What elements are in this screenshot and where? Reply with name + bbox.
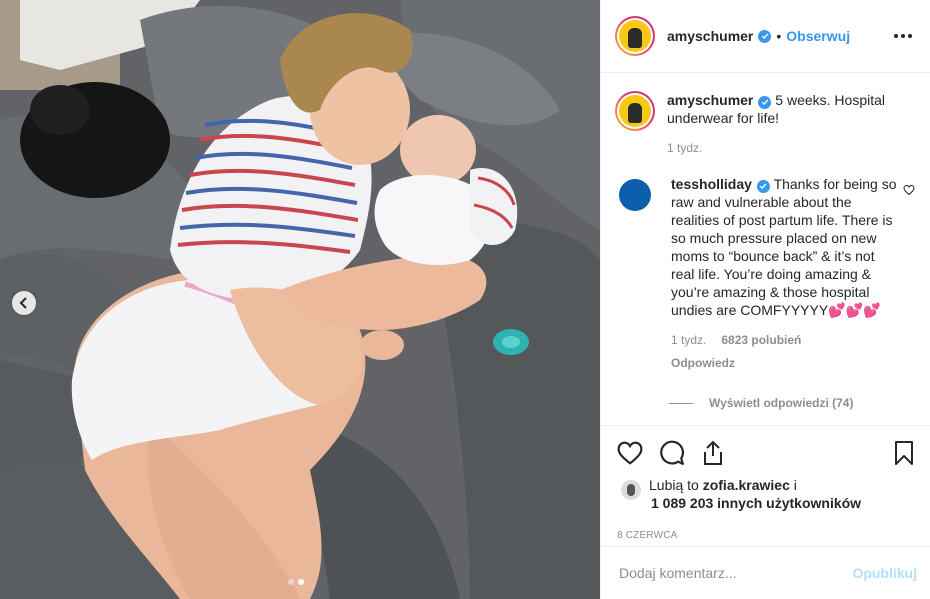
liker-avatar[interactable] bbox=[621, 480, 641, 500]
commenter-username[interactable]: tessholliday bbox=[671, 176, 752, 192]
comment-text: Thanks for being so raw and vulnerable a… bbox=[671, 176, 897, 318]
comment-item: tessholliday Thanks for being so raw and… bbox=[615, 175, 917, 372]
post-photo[interactable] bbox=[0, 0, 600, 599]
carousel-dot bbox=[288, 579, 294, 585]
comment-like-heart-icon[interactable] bbox=[903, 183, 915, 199]
verified-badge-icon bbox=[758, 95, 772, 109]
likes-prefix: Lubią to bbox=[649, 477, 699, 493]
author-avatar[interactable] bbox=[615, 16, 655, 56]
separator-dot: • bbox=[776, 28, 782, 44]
comment-input[interactable] bbox=[619, 565, 853, 581]
likes-joiner: i bbox=[793, 477, 797, 493]
commenter-avatar[interactable] bbox=[619, 179, 651, 211]
divider-line bbox=[669, 402, 693, 404]
chevron-left-icon bbox=[19, 297, 27, 309]
comments-section[interactable]: amyschumer 5 weeks. Hospital underwear f… bbox=[601, 73, 930, 425]
heart-icon[interactable] bbox=[617, 441, 643, 465]
comment-icon[interactable] bbox=[659, 440, 685, 466]
post-actions-section: Lubią to zofia.krawiec i 1 089 203 innyc… bbox=[601, 425, 930, 541]
post-header: amyschumer • Obserwuj bbox=[601, 0, 930, 73]
post-date[interactable]: 8 CZERWCA bbox=[617, 530, 915, 541]
comment-likes-count[interactable]: 6823 polubień bbox=[721, 331, 801, 349]
caption-username[interactable]: amyschumer bbox=[667, 92, 753, 108]
carousel-prev-button[interactable] bbox=[12, 291, 36, 315]
bookmark-icon[interactable] bbox=[893, 440, 915, 466]
caption: amyschumer 5 weeks. Hospital underwear f… bbox=[615, 91, 917, 157]
action-bar bbox=[617, 426, 915, 480]
likes-others-count[interactable]: 1 089 203 innych użytkowników bbox=[651, 494, 861, 512]
caption-timestamp[interactable]: 1 tydz. bbox=[667, 139, 897, 157]
reply-button[interactable]: Odpowiedz bbox=[671, 354, 897, 372]
add-comment-form: Opublikuj bbox=[601, 546, 930, 599]
comment-timestamp[interactable]: 1 tydz. bbox=[671, 331, 706, 349]
view-replies-label: Wyświetl odpowiedzi (74) bbox=[709, 396, 854, 410]
post-side-panel: amyschumer • Obserwuj amyschumer 5 weeks… bbox=[600, 0, 930, 599]
caption-avatar[interactable] bbox=[615, 91, 655, 131]
view-replies-button[interactable]: Wyświetl odpowiedzi (74) bbox=[669, 396, 917, 410]
liker-username[interactable]: zofia.krawiec bbox=[703, 477, 790, 493]
verified-badge-icon bbox=[756, 179, 770, 193]
publish-button[interactable]: Opublikuj bbox=[852, 565, 917, 581]
carousel-dot-active bbox=[298, 579, 304, 585]
author-username[interactable]: amyschumer bbox=[667, 28, 753, 44]
carousel-indicator bbox=[288, 579, 304, 585]
more-options-icon[interactable] bbox=[890, 30, 916, 42]
photo-illustration bbox=[0, 0, 600, 599]
verified-badge-icon bbox=[758, 29, 772, 43]
share-icon[interactable] bbox=[701, 440, 725, 466]
likes-summary: Lubią to zofia.krawiec i 1 089 203 innyc… bbox=[617, 476, 915, 512]
follow-button[interactable]: Obserwuj bbox=[786, 28, 850, 44]
